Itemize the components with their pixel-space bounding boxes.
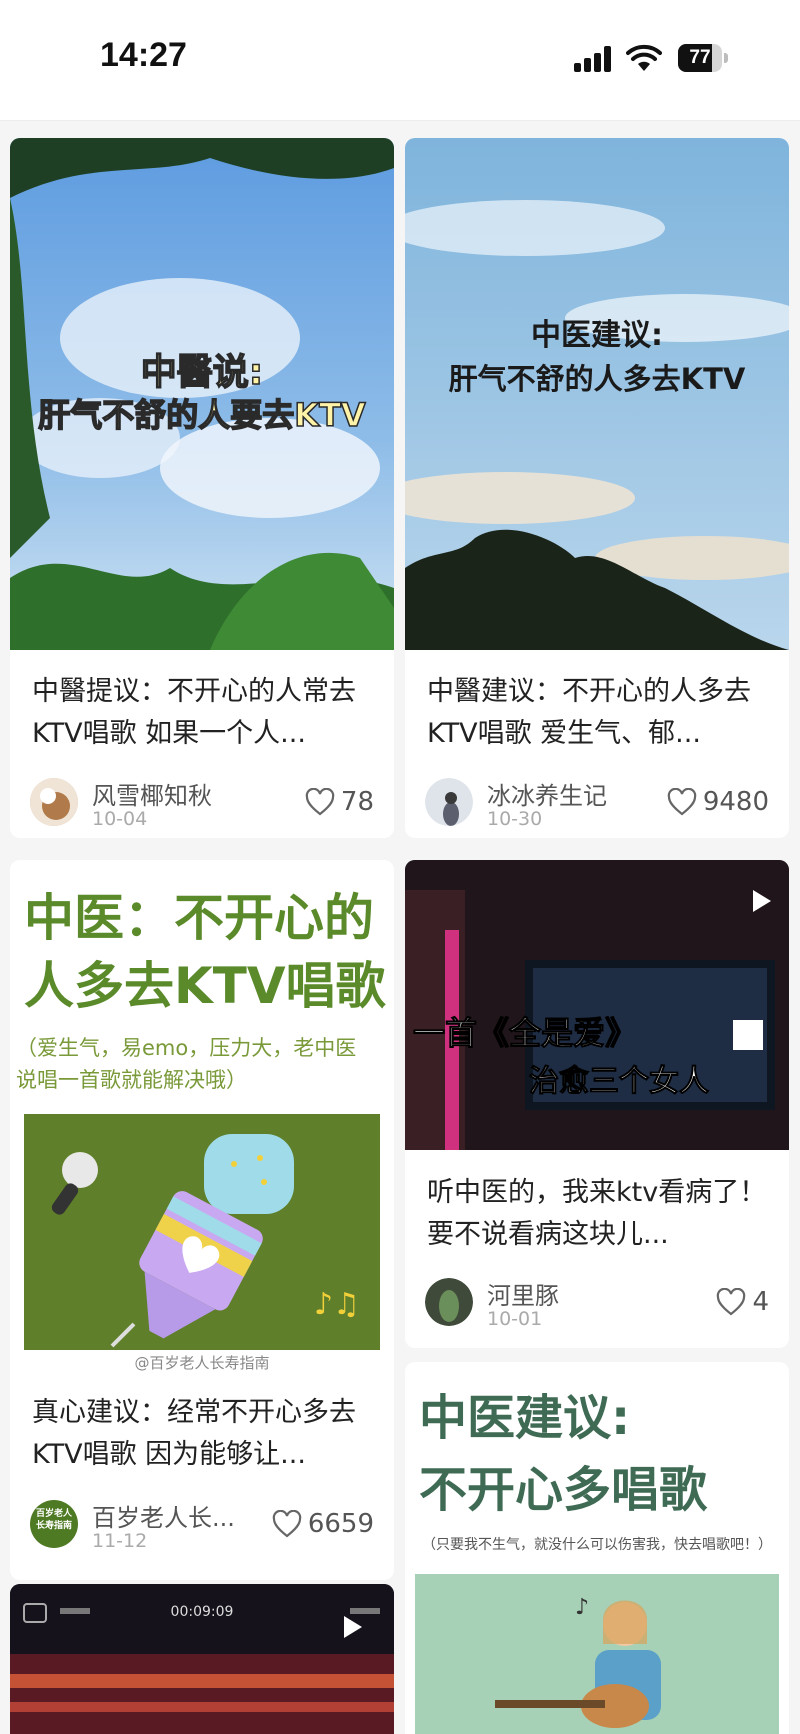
post-date: 10-01 <box>487 1308 543 1330</box>
svg-text:♪: ♪ <box>575 1595 589 1620</box>
post-date: 10-30 <box>487 808 543 830</box>
post-card[interactable]: 中醫说: 肝气不舒的人要去KTV 中醫提议：不开心的人常去KTV唱歌 如果一个人… <box>10 138 394 838</box>
wifi-icon <box>626 44 662 71</box>
status-time: 14:27 <box>100 36 187 74</box>
play-icon[interactable] <box>334 1610 368 1644</box>
post-card[interactable]: 00:09:09 <box>10 1584 394 1734</box>
author-avatar[interactable] <box>30 778 78 826</box>
author-name[interactable]: 冰冰养生记 <box>487 776 607 811</box>
heart-icon <box>272 1510 302 1538</box>
cover-text-line2: 不开心多唱歌 <box>419 1462 708 1518</box>
like-button[interactable]: 4 <box>716 1287 769 1317</box>
post-title[interactable]: 中醫提议：不开心的人常去KTV唱歌 如果一个人... <box>32 671 376 755</box>
cover-text-line2: 肝气不舒的人多去KTV <box>448 362 746 396</box>
post-title[interactable]: 听中医的，我来ktv看病了！ 要不说看病这块儿... <box>427 1172 771 1256</box>
post-cover-video[interactable]: 00:09:09 <box>10 1584 394 1734</box>
cover-text-line2: 人多去KTV唱歌 <box>24 957 386 1015</box>
battery-level: 77 <box>689 47 711 68</box>
post-cover-image[interactable]: 中医建议: 肝气不舒的人多去KTV <box>405 138 789 650</box>
status-bar: 14:27 77 <box>0 0 800 121</box>
post-title[interactable]: 真心建议：经常不开心多去KTV唱歌 因为能够让... <box>32 1392 376 1476</box>
author-avatar[interactable]: 百岁老人长寿指南 <box>30 1500 78 1548</box>
cover-text-line2: 治愈三个女人 <box>529 1064 710 1100</box>
post-date: 11-12 <box>92 1530 148 1552</box>
post-card[interactable]: 中医建议: 肝气不舒的人多去KTV 中醫建议：不开心的人多去KTV唱歌 爱生气、… <box>405 138 789 838</box>
author-avatar[interactable] <box>425 1278 473 1326</box>
author-name[interactable]: 河里豚 <box>487 1276 559 1311</box>
cover-text-line1: 中医建议: <box>419 1390 631 1446</box>
cover-text-line1: 中医：不开心的 <box>24 889 374 947</box>
like-count: 78 <box>340 787 374 817</box>
microphone-illustration: ♪♫ <box>24 1114 380 1350</box>
post-cover-image[interactable]: 中医：不开心的 人多去KTV唱歌 （爱生气，易emo，压力大，老中医说唱一首歌就… <box>10 860 394 1380</box>
play-icon[interactable] <box>743 884 777 918</box>
cover-subtitle: （爱生气，易emo，压力大，老中医说唱一首歌就能解决哦） <box>16 1036 357 1092</box>
post-card[interactable]: 一首《全是爱》 治愈三个女人 听中医的，我来ktv看病了！ 要不说看病这块儿..… <box>405 860 789 1348</box>
cover-text-line1: 中醫说: <box>140 351 264 394</box>
like-count: 4 <box>752 1287 769 1317</box>
post-card[interactable]: 中医：不开心的 人多去KTV唱歌 （爱生气，易emo，压力大，老中医说唱一首歌就… <box>10 860 394 1580</box>
cover-text-line2: 肝气不舒的人要去KTV <box>38 395 367 435</box>
heart-icon <box>667 788 697 816</box>
avatar-label: 百岁老人长寿指南 <box>35 1509 72 1531</box>
post-card[interactable]: 中医建议: 不开心多唱歌 （只要我不生气，就没什么可以伤害我，快去唱歌吧！） ♪ <box>405 1362 789 1734</box>
post-cover-video[interactable]: 一首《全是爱》 治愈三个女人 <box>405 860 789 1150</box>
battery-icon: 77 <box>678 44 728 72</box>
ktv-photo <box>405 860 789 1150</box>
cover-text-line1: 一首《全是爱》 <box>412 1014 638 1053</box>
guitar-girl-illustration: ♪ <box>415 1574 779 1734</box>
heart-icon <box>717 1288 746 1316</box>
like-button[interactable]: 9480 <box>667 787 769 817</box>
like-button[interactable]: 6659 <box>272 1509 374 1539</box>
like-button[interactable]: 78 <box>305 787 374 817</box>
author-name[interactable]: 风雪椰知秋 <box>92 776 212 811</box>
like-count: 6659 <box>307 1509 374 1539</box>
post-cover-image[interactable]: 中医建议: 不开心多唱歌 （只要我不生气，就没什么可以伤害我，快去唱歌吧！） ♪ <box>405 1362 789 1734</box>
cover-credit: @百岁老人长寿指南 <box>134 1354 270 1372</box>
cover-subtitle: （只要我不生气，就没什么可以伤害我，快去唱歌吧！） <box>422 1537 772 1553</box>
svg-text:♪♫: ♪♫ <box>314 1287 360 1322</box>
cellular-signal-icon <box>574 46 614 72</box>
author-avatar[interactable] <box>425 778 473 826</box>
like-count: 9480 <box>702 787 769 817</box>
post-title[interactable]: 中醫建议：不开心的人多去KTV唱歌 爱生气、郁... <box>427 671 771 755</box>
post-date: 10-04 <box>92 808 148 830</box>
author-name[interactable]: 百岁老人长... <box>92 1498 235 1533</box>
post-cover-image[interactable]: 中醫说: 肝气不舒的人要去KTV <box>10 138 394 650</box>
cover-text-line1: 中医建议: <box>531 318 663 353</box>
heart-icon <box>305 788 335 816</box>
